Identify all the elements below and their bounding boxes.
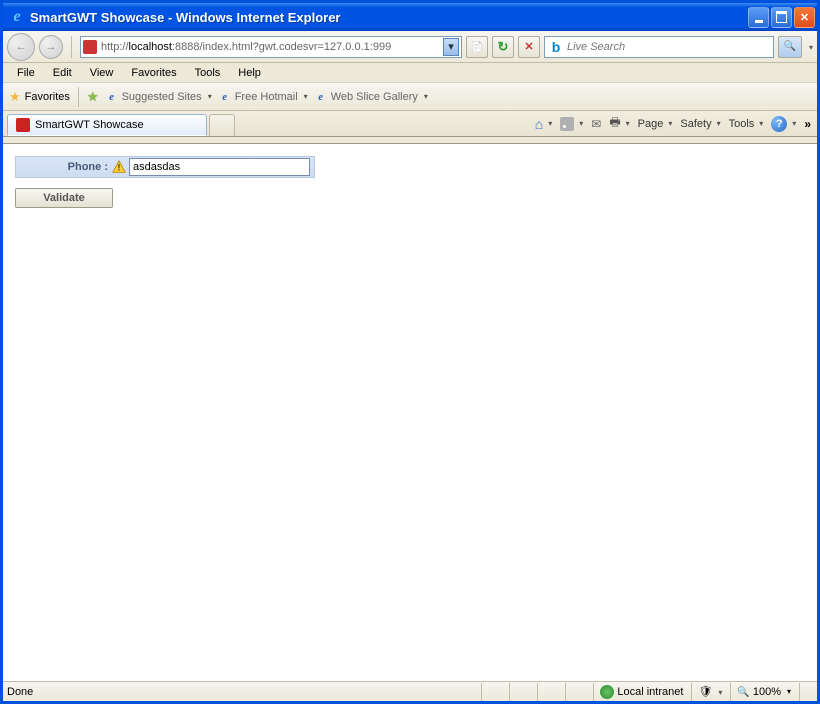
ie-icon: e [218, 90, 232, 104]
maximize-button[interactable] [771, 7, 792, 28]
address-dropdown[interactable]: ▾ [443, 38, 459, 56]
status-pane [481, 683, 507, 701]
minimize-button[interactable] [748, 7, 769, 28]
menu-file[interactable]: File [9, 65, 43, 81]
stop-icon [524, 40, 533, 53]
tab-bar: SmartGWT Showcase Page Safety Tools ? » [3, 111, 817, 137]
refresh-button[interactable] [492, 36, 514, 58]
link-label: Web Slice Gallery [331, 91, 418, 103]
bing-icon [549, 40, 563, 54]
suggested-sites-link[interactable]: eSuggested Sites [105, 90, 212, 104]
tab-active[interactable]: SmartGWT Showcase [7, 114, 207, 136]
svg-text:!: ! [118, 163, 121, 173]
status-pane [537, 683, 563, 701]
menu-edit[interactable]: Edit [45, 65, 80, 81]
new-tab-button[interactable] [209, 114, 235, 136]
stop-button[interactable] [518, 36, 540, 58]
add-star-icon [87, 89, 99, 105]
tab-favicon [16, 118, 30, 132]
favorites-label: Favorites [25, 91, 70, 103]
close-button[interactable] [794, 7, 815, 28]
back-button[interactable]: ← [7, 33, 35, 61]
add-favorite-button[interactable] [87, 89, 99, 105]
print-icon [609, 113, 620, 134]
ie-icon: e [314, 90, 328, 104]
page-content: Phone : ! Validate [3, 143, 817, 681]
window-title: SmartGWT Showcase - Windows Internet Exp… [30, 10, 748, 25]
tab-title: SmartGWT Showcase [35, 119, 144, 131]
safety-menu[interactable]: Safety [680, 118, 720, 130]
print-button[interactable] [609, 113, 629, 134]
ie-logo-icon: e [9, 9, 25, 25]
status-text: Done [7, 686, 481, 698]
titlebar[interactable]: e SmartGWT Showcase - Windows Internet E… [3, 3, 817, 31]
validate-button[interactable]: Validate [15, 188, 113, 208]
status-bar: Done Local intranet 100% [3, 681, 817, 701]
page-menu[interactable]: Page [638, 118, 673, 130]
address-bar[interactable]: http://localhost:8888/index.html?gwt.cod… [80, 36, 462, 58]
nav-toolbar: ← → http://localhost:8888/index.html?gwt… [3, 31, 817, 63]
status-pane [509, 683, 535, 701]
link-label: Free Hotmail [235, 91, 298, 103]
separator [78, 87, 79, 107]
compat-view-button[interactable] [466, 36, 488, 58]
search-input[interactable] [567, 41, 769, 53]
zoom-label: 100% [753, 686, 781, 698]
search-go-button[interactable] [778, 36, 802, 58]
free-hotmail-link[interactable]: eFree Hotmail [218, 90, 308, 104]
forward-button[interactable]: → [39, 35, 63, 59]
menu-label: Safety [680, 118, 711, 130]
zone-label: Local intranet [617, 686, 683, 698]
menu-bar: File Edit View Favorites Tools Help [3, 63, 817, 83]
tools-menu[interactable]: Tools [729, 118, 764, 130]
ie-icon: e [105, 90, 119, 104]
status-pane [565, 683, 591, 701]
phone-input[interactable] [129, 158, 310, 176]
favorites-bar: Favorites eSuggested Sites eFree Hotmail… [3, 83, 817, 111]
refresh-icon [498, 39, 509, 55]
shield-icon [698, 685, 712, 698]
web-slice-link[interactable]: eWeb Slice Gallery [314, 90, 428, 104]
overflow-button[interactable]: » [804, 117, 811, 131]
menu-view[interactable]: View [82, 65, 122, 81]
home-icon [535, 116, 543, 132]
menu-tools[interactable]: Tools [187, 65, 229, 81]
help-button[interactable]: ? [771, 116, 796, 132]
favorites-button[interactable]: Favorites [9, 89, 70, 105]
rss-icon [560, 117, 574, 131]
zone-pane[interactable]: Local intranet [593, 683, 689, 701]
help-icon: ? [771, 116, 787, 132]
search-dropdown[interactable] [806, 41, 813, 53]
site-icon [83, 40, 97, 54]
url-text[interactable]: http://localhost:8888/index.html?gwt.cod… [101, 41, 443, 53]
form-row-phone: Phone : ! [15, 156, 315, 178]
star-icon [9, 89, 21, 105]
phone-label: Phone : [20, 161, 112, 173]
protected-mode-pane[interactable] [691, 683, 728, 701]
menu-label: Tools [729, 118, 755, 130]
read-mail-button[interactable] [591, 117, 601, 131]
mail-icon [591, 117, 601, 131]
compat-icon [471, 41, 483, 53]
search-bar[interactable] [544, 36, 774, 58]
menu-label: Page [638, 118, 664, 130]
menu-help[interactable]: Help [230, 65, 269, 81]
zoom-pane[interactable]: 100% [730, 683, 797, 701]
separator [71, 36, 72, 58]
warning-icon: ! [112, 160, 126, 174]
home-button[interactable] [535, 116, 552, 132]
feeds-button[interactable] [560, 117, 583, 131]
resize-grip[interactable] [799, 683, 813, 701]
menu-favorites[interactable]: Favorites [123, 65, 184, 81]
link-label: Suggested Sites [122, 91, 202, 103]
zone-icon [600, 685, 614, 699]
magnify-icon [737, 686, 749, 698]
